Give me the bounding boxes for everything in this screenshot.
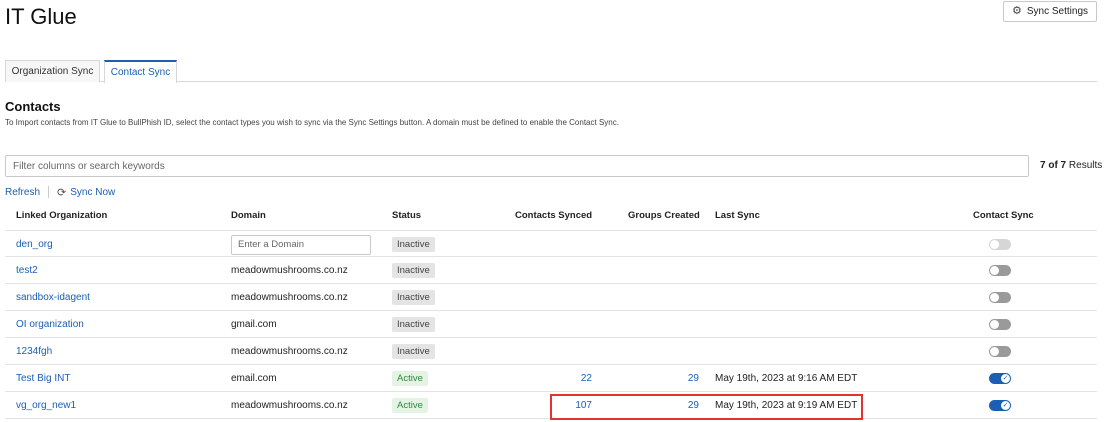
toggle-knob (990, 293, 999, 302)
sync-now-button[interactable]: ⟳ Sync Now (57, 186, 115, 199)
status-cell: Inactive (392, 257, 435, 284)
search-input[interactable] (5, 155, 1029, 177)
contact-sync-cell (989, 311, 1011, 338)
column-header-groups-created[interactable]: Groups Created (628, 210, 700, 221)
contact-sync-toggle[interactable] (989, 292, 1011, 303)
column-header-linked-organization[interactable]: Linked Organization (16, 210, 107, 221)
section-title: Contacts (5, 99, 61, 114)
column-header-contact-sync[interactable]: Contact Sync (973, 210, 1034, 221)
column-header-last-sync[interactable]: Last Sync (715, 210, 760, 221)
contact-sync-cell (989, 284, 1011, 311)
check-icon: ✓ (1001, 374, 1010, 383)
tab-organization-sync[interactable]: Organization Sync (5, 60, 100, 82)
divider (48, 186, 50, 198)
column-header-domain[interactable]: Domain (231, 210, 266, 221)
domain-value: meadowmushrooms.co.nz (231, 346, 348, 357)
table-row: OI organization gmail.com Inactive (5, 311, 1097, 338)
toggle-knob (990, 240, 999, 249)
contact-sync-toggle (989, 239, 1011, 250)
contact-sync-toggle[interactable] (989, 319, 1011, 330)
status-cell: Inactive (392, 338, 435, 365)
status-badge: Active (392, 370, 428, 387)
org-link[interactable]: den_org (16, 231, 53, 258)
status-cell: Inactive (392, 231, 435, 258)
status-badge: Active (392, 397, 428, 414)
results-count: 7 of 7 Results (1040, 160, 1102, 171)
domain-value: gmail.com (231, 319, 277, 330)
org-link[interactable]: OI organization (16, 311, 84, 338)
check-icon: ✓ (1001, 401, 1010, 410)
toggle-knob (990, 347, 999, 356)
status-badge: Inactive (392, 289, 435, 306)
last-sync-value: May 19th, 2023 at 9:19 AM EDT (715, 400, 858, 411)
table-actions: Refresh ⟳ Sync Now (5, 186, 115, 199)
contact-sync-cell (989, 231, 1011, 258)
domain-value: meadowmushrooms.co.nz (231, 400, 348, 411)
org-link[interactable]: Test Big INT (16, 365, 70, 392)
tab-bar: Organization Sync Contact Sync (5, 60, 1097, 83)
sync-now-label: Sync Now (70, 186, 116, 198)
toggle-knob (990, 320, 999, 329)
domain-input[interactable] (231, 234, 371, 255)
domain-cell (231, 231, 371, 258)
table-row: 1234fgh meadowmushrooms.co.nz Inactive (5, 338, 1097, 365)
status-badge: Inactive (392, 316, 435, 333)
status-badge: Inactive (392, 236, 435, 253)
table-row: vg_org_new1 meadowmushrooms.co.nz Active 10… (5, 392, 1097, 419)
contact-sync-toggle[interactable]: ✓ (989, 400, 1011, 411)
table-row: sandbox-idagent meadowmushrooms.co.nz Inac… (5, 284, 1097, 311)
contact-sync-cell: ✓ (989, 392, 1011, 419)
domain-value: meadowmushrooms.co.nz (231, 265, 348, 276)
contact-sync-toggle[interactable] (989, 265, 1011, 276)
contacts-synced-link[interactable]: 22 (545, 365, 592, 392)
page-title: IT Glue (5, 4, 77, 29)
tab-contact-sync[interactable]: Contact Sync (104, 60, 177, 83)
gear-icon: ⚙ (1011, 5, 1022, 17)
table-row: Test Big INT email.com Active 22 29 May 19th,… (5, 365, 1097, 392)
status-cell: Inactive (392, 284, 435, 311)
org-link[interactable]: vg_org_new1 (16, 392, 76, 419)
org-link[interactable]: sandbox-idagent (16, 284, 90, 311)
section-description: To Import contacts from IT Glue to BullP… (5, 118, 619, 127)
sync-settings-label: Sync Settings (1026, 6, 1089, 17)
table-row: test2 meadowmushrooms.co.nz Inactive (5, 257, 1097, 284)
domain-value: email.com (231, 373, 277, 384)
refresh-link[interactable]: Refresh (5, 187, 40, 198)
groups-created-link[interactable]: 29 (655, 392, 699, 419)
sync-settings-button[interactable]: ⚙ Sync Settings (1003, 1, 1097, 22)
results-count-suffix: Results (1068, 160, 1103, 171)
toggle-knob (990, 266, 999, 275)
column-header-contacts-synced[interactable]: Contacts Synced (515, 210, 592, 221)
org-link[interactable]: test2 (16, 257, 38, 284)
results-count-value: 7 of 7 (1040, 160, 1067, 171)
contact-sync-toggle[interactable]: ✓ (989, 373, 1011, 384)
contact-sync-cell (989, 257, 1011, 284)
contact-sync-cell (989, 338, 1011, 365)
last-sync-value: May 19th, 2023 at 9:16 AM EDT (715, 373, 858, 384)
status-cell: Active (392, 365, 428, 392)
status-badge: Inactive (392, 262, 435, 279)
groups-created-link[interactable]: 29 (655, 365, 699, 392)
contact-sync-cell: ✓ (989, 365, 1011, 392)
sync-icon: ⟳ (57, 186, 67, 199)
domain-value: meadowmushrooms.co.nz (231, 292, 348, 303)
org-link[interactable]: 1234fgh (16, 338, 52, 365)
column-header-status[interactable]: Status (392, 210, 421, 221)
status-cell: Inactive (392, 311, 435, 338)
status-cell: Active (392, 392, 428, 419)
contacts-synced-link[interactable]: 107 (545, 392, 592, 419)
contact-sync-toggle[interactable] (989, 346, 1011, 357)
table-row: den_org Inactive (5, 230, 1097, 257)
status-badge: Inactive (392, 343, 435, 360)
